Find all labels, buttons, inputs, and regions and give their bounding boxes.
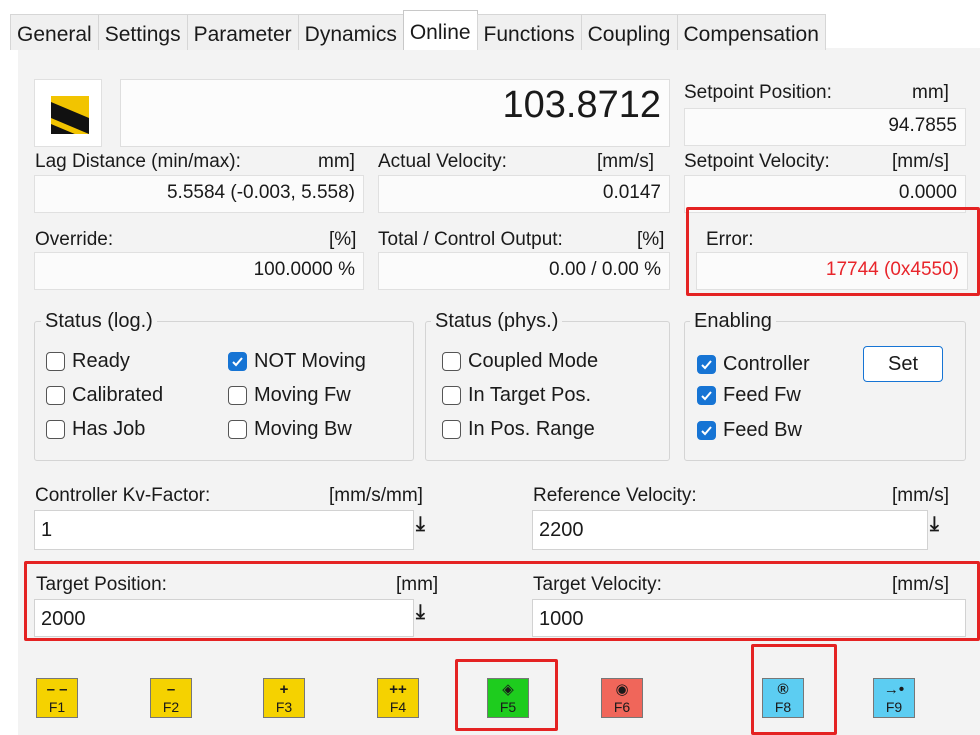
checkmark-icon: [701, 426, 712, 436]
checkbox-in-pos-range: [442, 420, 461, 439]
lag-distance-value: 5.5584 (-0.003, 5.558): [34, 175, 364, 213]
tab-general[interactable]: General: [10, 14, 99, 50]
checkbox-feed-fw[interactable]: [697, 386, 716, 405]
axis-status-icon: [34, 79, 102, 147]
total-output-value: 0.00 / 0.00 %: [378, 252, 670, 290]
checkbox-has-job: [46, 420, 65, 439]
status-moving-fw: Moving Fw: [228, 384, 351, 407]
reset-icon: ®: [777, 680, 789, 698]
actual-velocity-value: 0.0147: [378, 175, 670, 213]
reference-velocity-input[interactable]: 2200: [532, 510, 928, 550]
reference-velocity-download-icon[interactable]: ⤓: [930, 514, 939, 534]
start-icon: ◈: [502, 680, 514, 698]
forward-icon: +: [279, 680, 289, 698]
status-not-moving: NOT Moving: [228, 350, 366, 373]
kv-factor-label: Controller Kv-Factor:: [35, 485, 211, 506]
checkbox-controller[interactable]: [697, 355, 716, 374]
tab-online[interactable]: Online: [402, 10, 478, 50]
fast-forward-icon: ++: [389, 680, 407, 698]
checkbox-calibrated: [46, 386, 65, 405]
enable-feed-bw[interactable]: Feed Bw: [697, 419, 802, 442]
status-log-title: Status (log.): [41, 310, 157, 333]
f2-button[interactable]: – F2: [150, 678, 192, 718]
actual-velocity-unit: [mm/s]: [597, 151, 654, 172]
status-moving-bw: Moving Bw: [228, 418, 352, 441]
f8-button[interactable]: ® F8: [762, 678, 804, 718]
set-button[interactable]: Set: [863, 346, 943, 382]
checkbox-ready: [46, 352, 65, 371]
move-to-target-icon: →•: [883, 680, 905, 698]
status-coupled-mode: Coupled Mode: [442, 350, 598, 373]
f1-button[interactable]: – – F1: [36, 678, 78, 718]
f6-button[interactable]: ◉ F6: [601, 678, 643, 718]
override-label: Override:: [35, 229, 114, 250]
backward-icon: –: [166, 680, 176, 698]
total-output-unit: [%]: [637, 229, 665, 250]
target-velocity-input[interactable]: 1000: [532, 599, 966, 637]
target-velocity-label: Target Velocity:: [533, 574, 662, 595]
tab-coupling[interactable]: Coupling: [580, 14, 678, 50]
target-position-download-icon[interactable]: ⤓: [416, 602, 425, 622]
checkbox-moving-fw: [228, 386, 247, 405]
status-ready: Ready: [46, 350, 130, 373]
target-position-label: Target Position:: [36, 574, 167, 595]
f3-button[interactable]: + F3: [263, 678, 305, 718]
actual-velocity-label: Actual Velocity:: [378, 151, 507, 172]
checkbox-not-moving: [228, 352, 247, 371]
status-in-target-pos: In Target Pos.: [442, 384, 591, 407]
target-velocity-unit: [mm/s]: [892, 574, 949, 595]
actual-position-display: 103.8712: [120, 79, 670, 147]
kv-factor-input[interactable]: 1: [34, 510, 414, 550]
kv-factor-download-icon[interactable]: ⤓: [416, 514, 425, 534]
target-position-unit: [mm]: [396, 574, 439, 595]
tab-functions[interactable]: Functions: [476, 14, 582, 50]
setpoint-position-value: 94.7855: [684, 108, 966, 146]
tab-compensation[interactable]: Compensation: [676, 14, 826, 50]
tab-dynamics[interactable]: Dynamics: [297, 14, 404, 50]
target-position-input[interactable]: 2000: [34, 599, 414, 637]
status-has-job: Has Job: [46, 418, 145, 441]
override-unit: [%]: [329, 229, 357, 250]
checkbox-in-target-pos: [442, 386, 461, 405]
checkmark-icon: [232, 357, 243, 367]
status-calibrated: Calibrated: [46, 384, 163, 407]
enabling-title: Enabling: [690, 310, 776, 333]
kv-factor-unit: [mm/s/mm]: [329, 485, 423, 506]
f4-button[interactable]: ++ F4: [377, 678, 419, 718]
checkmark-icon: [701, 360, 712, 370]
enable-feed-fw[interactable]: Feed Fw: [697, 384, 801, 407]
error-label: Error:: [706, 229, 754, 250]
checkmark-icon: [701, 391, 712, 401]
tab-parameter[interactable]: Parameter: [186, 14, 299, 50]
tab-settings[interactable]: Settings: [97, 14, 188, 50]
lag-distance-unit: mm]: [318, 151, 355, 172]
setpoint-position-label: Setpoint Position:: [684, 82, 832, 103]
setpoint-velocity-label: Setpoint Velocity:: [684, 151, 830, 172]
stop-icon: ◉: [615, 680, 629, 698]
lag-distance-label: Lag Distance (min/max):: [35, 151, 241, 172]
setpoint-velocity-unit: [mm/s]: [892, 151, 949, 172]
f5-button[interactable]: ◈ F5: [487, 678, 529, 718]
fast-backward-icon: – –: [46, 680, 68, 698]
override-value: 100.0000 %: [34, 252, 364, 290]
status-phys-title: Status (phys.): [431, 310, 563, 333]
enable-controller[interactable]: Controller: [697, 353, 810, 376]
total-output-label: Total / Control Output:: [378, 229, 563, 250]
reference-velocity-label: Reference Velocity:: [533, 485, 697, 506]
setpoint-position-unit: mm]: [912, 82, 949, 103]
tab-bar: General Settings Parameter Dynamics Onli…: [10, 10, 826, 50]
reference-velocity-unit: [mm/s]: [892, 485, 949, 506]
error-value: 17744 (0x4550): [696, 252, 968, 290]
checkbox-coupled-mode: [442, 352, 461, 371]
checkbox-feed-bw[interactable]: [697, 421, 716, 440]
f9-button[interactable]: →• F9: [873, 678, 915, 718]
status-in-pos-range: In Pos. Range: [442, 418, 595, 441]
checkbox-moving-bw: [228, 420, 247, 439]
